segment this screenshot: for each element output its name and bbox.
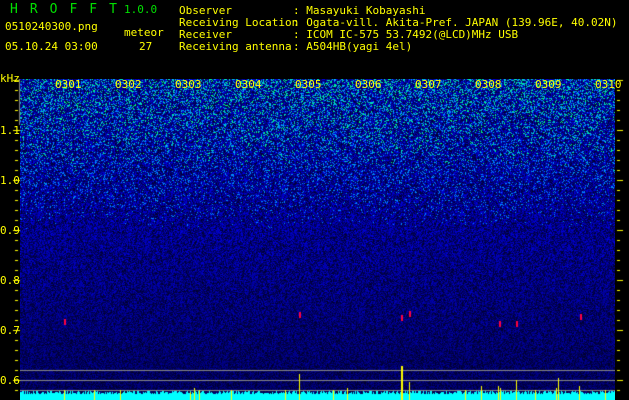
minute-label: 0310	[595, 78, 622, 91]
y-tick-label: 0.9	[0, 224, 20, 237]
app-title: HROFFT	[10, 2, 129, 17]
meteor-label: meteor	[124, 26, 164, 39]
datetime: 05.10.24 03:00	[5, 40, 98, 53]
y-unit-label: kHz	[0, 72, 20, 85]
meteor-count: 27	[139, 40, 153, 53]
minute-label: 0302	[115, 78, 142, 91]
frequency-axis-ticks	[0, 79, 629, 400]
minute-label: 0301	[55, 78, 82, 91]
minute-label: 0305	[295, 78, 322, 91]
y-tick-label: 1.1	[0, 124, 20, 137]
minute-label: 0308	[475, 78, 502, 91]
y-tick-label: 0.7	[0, 324, 20, 337]
minute-label: 0303	[175, 78, 202, 91]
antenna-label: Receiving antenna	[179, 40, 292, 53]
y-tick-label: 1.0	[0, 174, 20, 187]
antenna-value: : A504HB(yagi 4el)	[293, 40, 413, 53]
app-version: 1.0.0	[124, 3, 158, 16]
minute-label: 0304	[235, 78, 262, 91]
minute-label: 0306	[355, 78, 382, 91]
filename: 0510240300.png	[5, 20, 98, 33]
minute-label: 0309	[535, 78, 562, 91]
y-tick-label: 0.8	[0, 274, 20, 287]
y-tick-label: 0.6	[0, 374, 20, 387]
minute-label: 0307	[415, 78, 442, 91]
